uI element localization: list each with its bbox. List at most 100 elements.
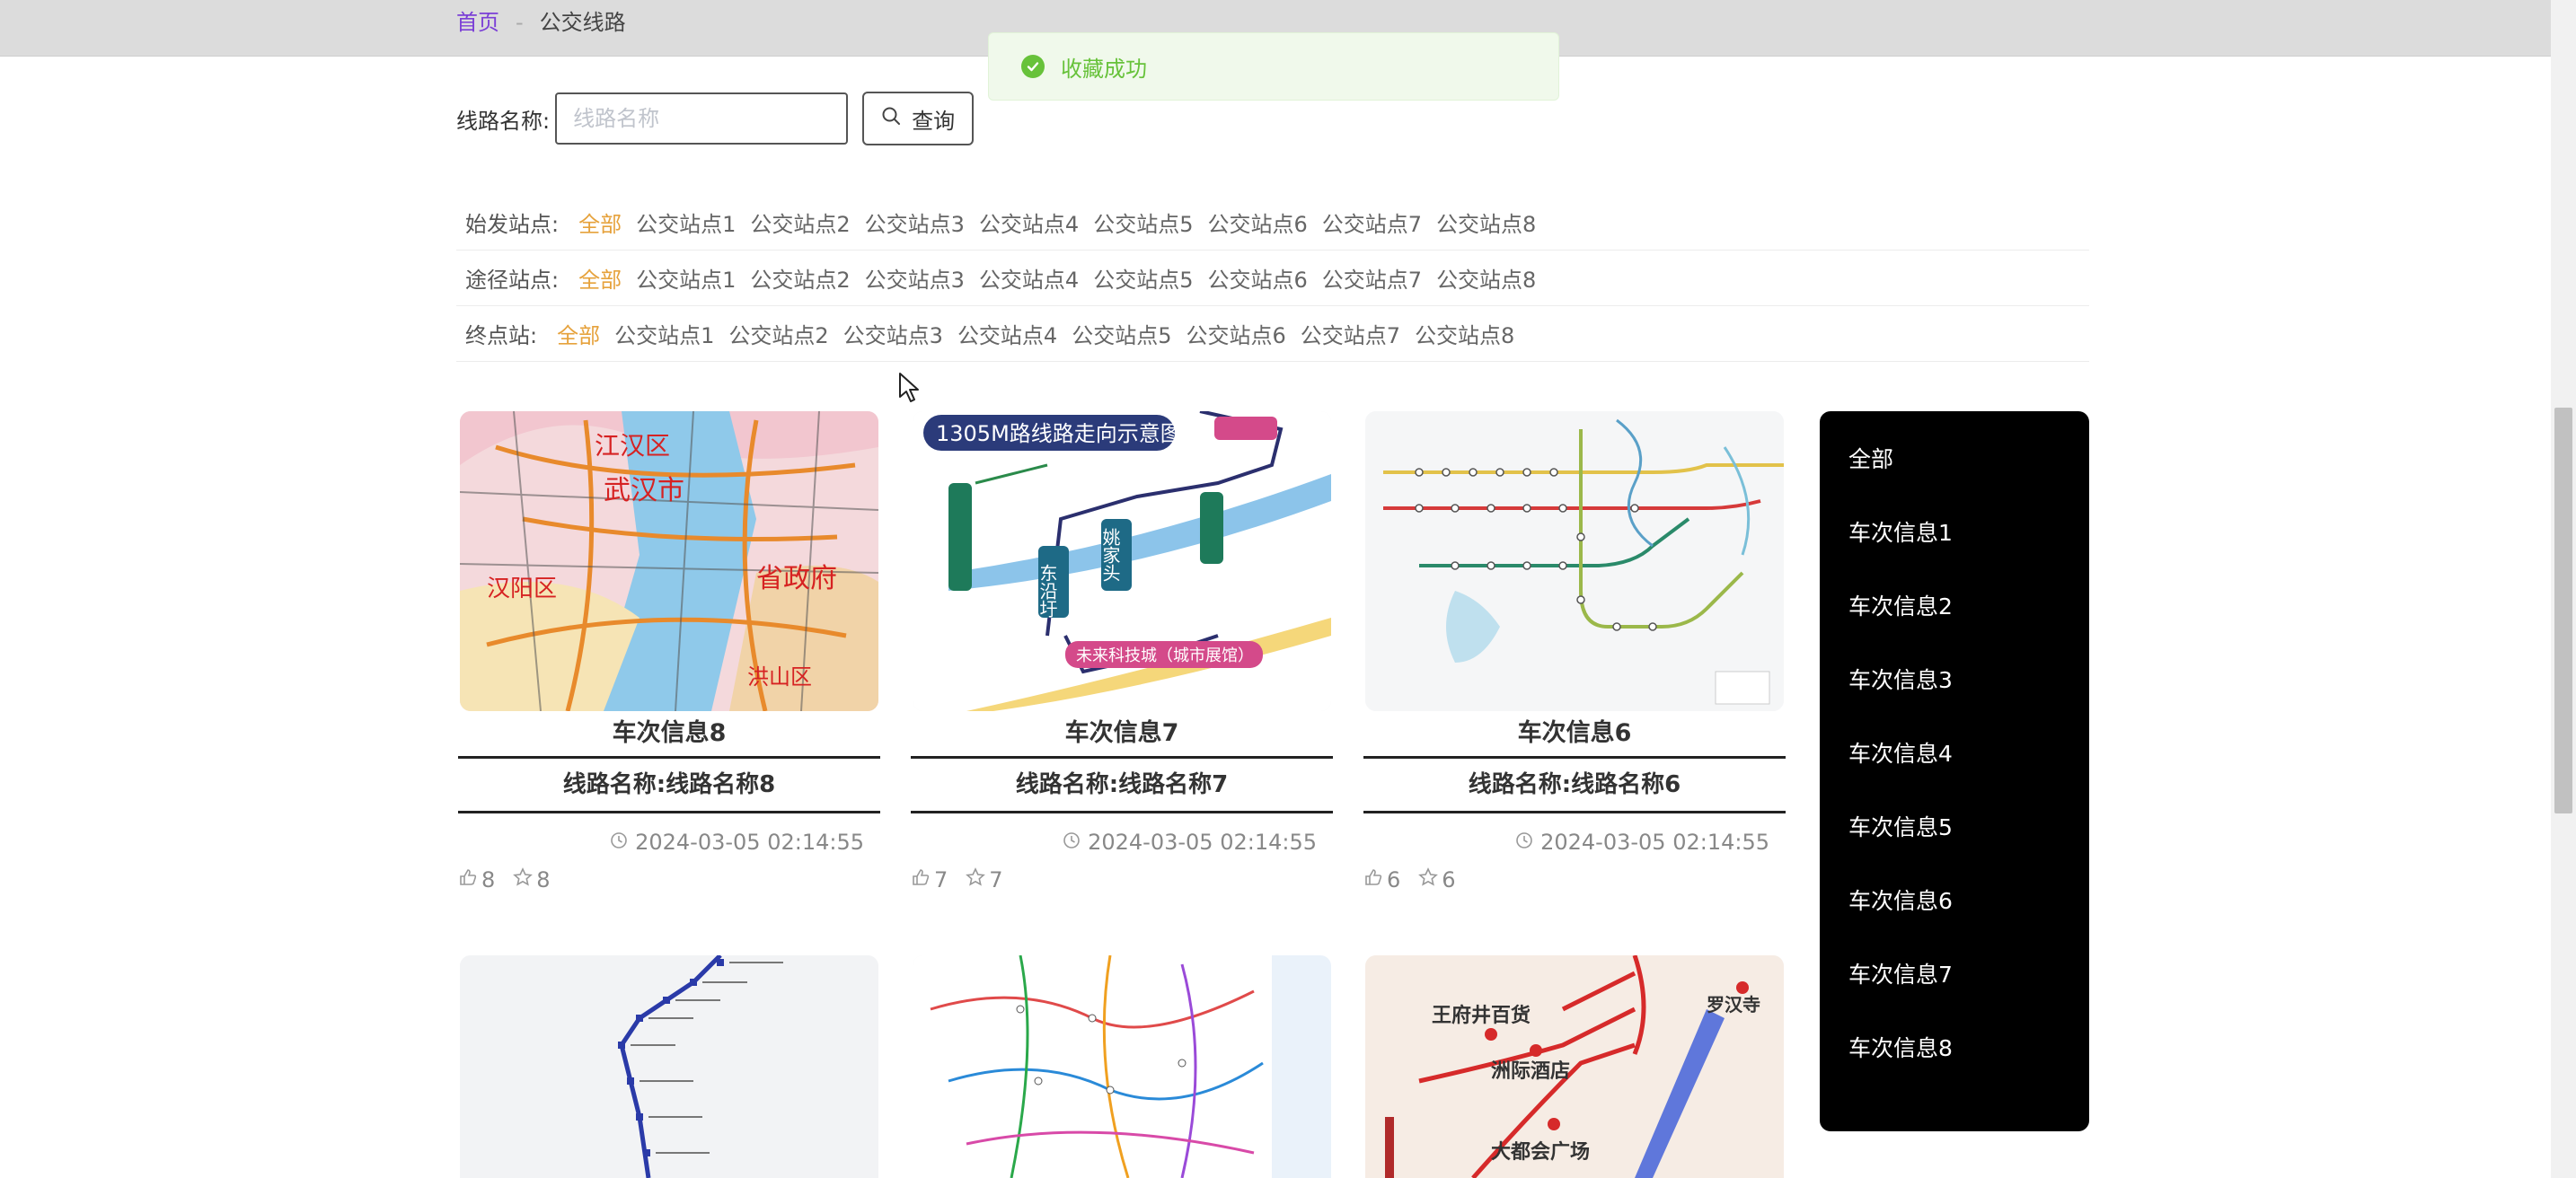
filter-option[interactable]: 公交站点4 — [979, 262, 1079, 294]
star-icon — [513, 862, 534, 898]
route-map-image[interactable] — [1365, 411, 1784, 711]
map-label: 姚家头 — [1099, 528, 1121, 582]
route-map-image[interactable]: 1305M路线路走向示意图 东沿圩 姚家头 未来科技城（城市展馆） — [913, 411, 1331, 711]
map-label: 王府井百货 — [1432, 1004, 1531, 1027]
favorite-count-value: 8 — [536, 867, 551, 892]
filter-option[interactable]: 公交站点8 — [1415, 318, 1514, 349]
side-menu-item[interactable]: 车次信息1 — [1848, 515, 1953, 548]
favorite-count[interactable]: 8 — [513, 862, 551, 898]
filter-row-via-station: 途径站点: 全部 公交站点1 公交站点2 公交站点3 公交站点4 公交站点5 公… — [456, 250, 2089, 306]
filter-option[interactable]: 公交站点5 — [1072, 318, 1171, 349]
route-card[interactable]: 江汉区 武汉市 省政府 汉阳区 洪山区 车次信息8 线路名称:线路名称8 202… — [458, 411, 880, 898]
favorite-count[interactable]: 7 — [966, 862, 1003, 898]
side-menu-item[interactable]: 车次信息2 — [1848, 589, 1953, 621]
thumbs-up-icon — [1363, 862, 1383, 898]
like-count-value: 6 — [1387, 867, 1401, 892]
filter-option[interactable]: 公交站点1 — [636, 262, 736, 294]
clock-icon — [610, 830, 628, 855]
route-map-image[interactable] — [460, 955, 878, 1178]
filter-option[interactable]: 公交站点5 — [1093, 207, 1193, 238]
route-card[interactable]: 车次信息6 线路名称:线路名称6 2024-03-05 02:14:55 6 6 — [1363, 411, 1786, 898]
route-map-image[interactable] — [913, 955, 1331, 1178]
map-label: 汉阳区 — [487, 576, 557, 602]
filter-option[interactable]: 公交站点2 — [750, 262, 850, 294]
filter-option[interactable]: 公交站点7 — [1322, 262, 1422, 294]
line-name-input[interactable] — [555, 92, 849, 145]
card-date-text: 2024-03-05 02:14:55 — [635, 830, 864, 855]
like-count[interactable]: 7 — [911, 862, 948, 898]
filter-option[interactable]: 公交站点7 — [1301, 318, 1400, 349]
filter-option-all[interactable]: 全部 — [578, 262, 622, 294]
map-label: 武汉市 — [604, 475, 684, 506]
breadcrumb-home-link[interactable]: 首页 — [456, 7, 499, 38]
filter-option[interactable]: 公交站点6 — [1208, 207, 1308, 238]
card-line-name: 线路名称:线路名称6 — [1363, 756, 1786, 813]
card-title[interactable]: 车次信息6 — [1363, 711, 1786, 756]
like-count[interactable]: 6 — [1363, 862, 1400, 898]
search-icon — [881, 106, 901, 131]
route-map-image[interactable]: 江汉区 武汉市 省政府 汉阳区 洪山区 — [460, 411, 878, 711]
scrollbar-thumb[interactable] — [2554, 408, 2572, 813]
filter-option[interactable]: 公交站点5 — [1093, 262, 1193, 294]
side-menu-item[interactable]: 车次信息7 — [1848, 957, 1953, 989]
filter-option[interactable]: 公交站点6 — [1208, 262, 1308, 294]
filter-option[interactable]: 公交站点2 — [728, 318, 828, 349]
filter-option[interactable]: 公交站点8 — [1436, 207, 1536, 238]
card-title[interactable]: 车次信息8 — [458, 711, 880, 756]
route-map-image[interactable]: 王府井百货 洲际酒店 大都会广场 罗汉寺 — [1365, 955, 1784, 1178]
filter-option-all[interactable]: 全部 — [578, 207, 622, 238]
filter-option[interactable]: 公交站点2 — [750, 207, 850, 238]
filter-option[interactable]: 公交站点1 — [636, 207, 736, 238]
thumbs-up-icon — [911, 862, 931, 898]
breadcrumb-separator: - — [516, 10, 524, 35]
side-menu-item-all[interactable]: 全部 — [1848, 442, 1893, 474]
filter-option[interactable]: 公交站点1 — [614, 318, 714, 349]
route-card[interactable] — [458, 955, 880, 1178]
check-circle-icon — [1021, 55, 1045, 78]
card-line-name: 线路名称:线路名称7 — [911, 756, 1333, 813]
side-menu-item[interactable]: 车次信息3 — [1848, 663, 1953, 695]
filter-option[interactable]: 公交站点8 — [1436, 262, 1536, 294]
favorite-count[interactable]: 6 — [1418, 862, 1456, 898]
search-row: 线路名称: 查询 — [456, 92, 975, 145]
filter-option[interactable]: 公交站点4 — [957, 318, 1057, 349]
thumbs-up-icon — [458, 862, 478, 898]
category-side-menu: 全部 车次信息1 车次信息2 车次信息3 车次信息4 车次信息5 车次信息6 车… — [1820, 411, 2089, 1131]
card-stats: 6 6 — [1363, 862, 1786, 898]
route-card[interactable]: 1305M路线路走向示意图 东沿圩 姚家头 未来科技城（城市展馆） 车次信息7 … — [911, 411, 1333, 898]
filter-option[interactable]: 公交站点3 — [865, 207, 965, 238]
side-menu-item[interactable]: 车次信息4 — [1848, 736, 1953, 769]
filter-option[interactable]: 公交站点3 — [843, 318, 943, 349]
filter-option[interactable]: 公交站点4 — [979, 207, 1079, 238]
map-label: 洪山区 — [747, 664, 812, 690]
clock-icon — [1063, 830, 1081, 855]
page-scrollbar[interactable] — [2551, 0, 2576, 1178]
filter-option[interactable]: 公交站点6 — [1187, 318, 1286, 349]
mouse-cursor-icon — [898, 372, 922, 408]
side-menu-item[interactable]: 车次信息8 — [1848, 1031, 1953, 1063]
side-menu-item[interactable]: 车次信息6 — [1848, 884, 1953, 916]
filter-option[interactable]: 公交站点7 — [1322, 207, 1422, 238]
query-button-label: 查询 — [912, 108, 956, 134]
route-card[interactable] — [911, 955, 1333, 1178]
map-label: 江汉区 — [595, 431, 670, 461]
like-count[interactable]: 8 — [458, 862, 495, 898]
breadcrumb: 首页 - 公交线路 — [456, 7, 626, 38]
side-menu-item[interactable]: 车次信息5 — [1848, 810, 1953, 842]
card-line-name: 线路名称:线路名称8 — [458, 756, 880, 813]
success-toast: 收藏成功 — [988, 32, 1559, 101]
like-count-value: 7 — [934, 867, 948, 892]
favorite-count-value: 6 — [1442, 867, 1456, 892]
route-card[interactable]: 王府井百货 洲际酒店 大都会广场 罗汉寺 — [1363, 955, 1786, 1178]
star-icon — [966, 862, 986, 898]
card-date: 2024-03-05 02:14:55 — [911, 822, 1333, 862]
filter-row-start-station: 始发站点: 全部 公交站点1 公交站点2 公交站点3 公交站点4 公交站点5 公… — [456, 194, 2089, 251]
filter-row-end-station: 终点站: 全部 公交站点1 公交站点2 公交站点3 公交站点4 公交站点5 公交… — [456, 305, 2089, 362]
clock-icon — [1515, 830, 1533, 855]
filter-option-all[interactable]: 全部 — [557, 318, 600, 349]
query-button[interactable]: 查询 — [862, 92, 975, 145]
filter-label: 终点站: — [465, 322, 538, 348]
map-label: 洲际酒店 — [1491, 1060, 1570, 1083]
filter-option[interactable]: 公交站点3 — [865, 262, 965, 294]
card-title[interactable]: 车次信息7 — [911, 711, 1333, 756]
